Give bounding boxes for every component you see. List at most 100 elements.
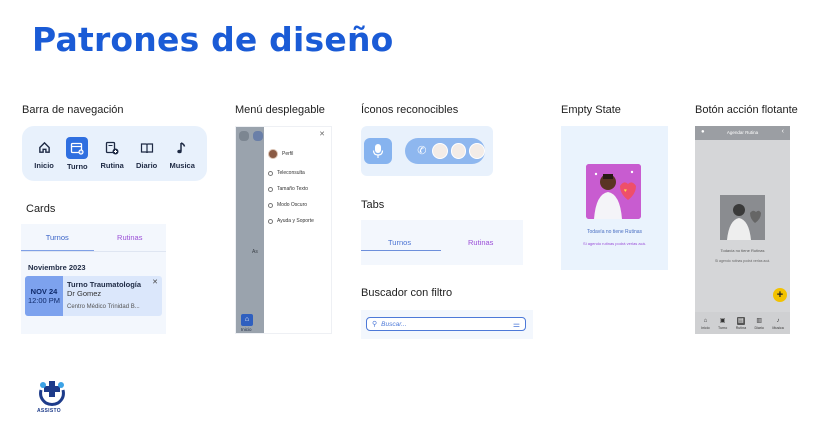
menu-item-label: Tamaño Texto [277,186,309,192]
tabs-example: Turnos Rutinas [361,220,523,265]
menu-item-label: Ayuda y Soporte [277,218,314,224]
close-icon[interactable]: ✕ [152,278,158,286]
empty-subtitle: Si agendo rutinas podrá verlas acá. [583,241,646,246]
dropdown-menu-example: As ⌂ Inicio ✕ Perfil Teleconsulta Tamaño… [235,126,332,334]
month-heading: Noviembre 2023 [28,263,86,272]
back-icon[interactable]: ‹ [782,128,784,135]
empty-title: Todavía no tiene Rutinas [720,248,765,253]
menu-item-modo-oscuro[interactable]: Modo Oscuro [268,202,307,208]
label-navbar: Barra de navegación [22,104,124,116]
nav-label: Musica [772,325,784,330]
calendar-add-icon [66,136,89,159]
tab-rutinas[interactable]: Rutinas [468,238,493,247]
label-cards: Cards [26,203,56,215]
search-icon: ⚲ [372,321,378,328]
add-floating-button[interactable]: + [773,288,787,302]
microphone-icon[interactable] [364,138,392,164]
nav-item-rutina[interactable]: Rutina [100,138,124,170]
help-icon [268,218,273,224]
routine-add-icon: ▤ [736,316,745,325]
label-fab: Botón acción flotante [695,104,798,116]
nav-item-musica[interactable]: ♪ Musica [772,317,783,330]
header-title: Agendar Rutina [726,130,759,135]
label-search: Buscador con filtro [361,287,453,299]
cards-example: Turnos Rutinas Noviembre 2023 NOV 24 12:… [21,224,166,334]
placeholder-icon [253,131,263,141]
home-icon: ⌂ [703,317,708,324]
avatar [431,143,448,159]
nav-item-rutina[interactable]: ▤ Rutina [735,316,747,330]
label-empty: Empty State [561,104,621,116]
doctor-illustration: ♥ [586,164,641,219]
book-icon: ▥ [756,317,763,324]
appointment-title: Turno Traumatología [67,280,142,289]
menu-item-teleconsulta[interactable]: Teleconsulta [268,170,305,176]
nav-item-diario[interactable]: Diario [136,138,157,170]
appointment-card[interactable]: NOV 24 12:00 PM Turno Traumatología Dr G… [25,276,162,316]
nav-label: Turno [66,161,88,171]
nav-item-inicio[interactable]: ⌂ Inicio [701,317,709,330]
avatar [450,143,467,159]
calendar-add-icon: ▣ [719,317,726,324]
video-call-icon [268,170,273,176]
music-note-icon: ♪ [776,317,780,324]
nav-label: Diario [136,160,158,170]
nav-label: Turno [718,325,728,330]
search-input[interactable]: ⚲ Buscar... ⚌ [366,317,526,331]
active-tab-indicator [361,250,441,251]
home-icon [34,138,54,158]
nav-label: Rutina [100,160,124,170]
logo-mark-icon [39,381,65,406]
filter-icon[interactable]: ⚌ [513,320,520,329]
doctor-name: Dr Gomez [67,289,102,298]
home-icon[interactable]: ⌂ [241,314,253,326]
bottom-nav: ⌂ Inicio ▣ Turno ▤ Rutina ▥ Diario ♪ Musica [695,312,790,334]
svg-text:♥: ♥ [624,188,627,194]
date-text: NOV 24 [30,287,58,296]
nav-label: Musica [169,160,195,170]
page-title: Patrones de diseño [32,20,394,59]
nav-item-musica[interactable]: Musica [169,138,195,170]
nav-item-diario[interactable]: ▥ Diario [755,317,764,330]
nav-label: Rutina [735,325,747,330]
empty-subtitle: Si agendo rutinas podrá verlas acá. [714,259,771,263]
routine-add-icon [102,138,122,158]
avatar [469,143,485,159]
fab-example: ● Agendar Rutina ‹ Todavía no tiene Ruti… [695,126,790,334]
nav-item-turno[interactable]: Turno [66,136,89,171]
menu-panel: ✕ Perfil Teleconsulta Tamaño Texto Modo … [264,127,331,333]
doctor-illustration [720,195,765,240]
assisto-logo: ASSISTO [36,378,68,416]
avatar [268,149,278,159]
logo-wordmark: ASSISTO [37,408,61,414]
menu-item-ayuda[interactable]: Ayuda y Soporte [268,218,314,224]
phone-add-icon: ✆ [417,145,427,157]
book-icon [137,138,157,158]
cards-tabs: Turnos Rutinas [21,224,166,252]
menu-item-label: Modo Oscuro [277,202,308,208]
nav-item-turno[interactable]: ▣ Turno [718,317,727,330]
label-tabs: Tabs [361,199,385,211]
location-text: Centro Médico Trinidad B... [67,304,140,310]
nav-label: Inicio [701,325,710,330]
navigation-bar: Inicio Turno Rutina Diario Musica [22,126,207,181]
text-size-icon [268,186,273,192]
nav-label: Diario [754,325,764,330]
nav-item-inicio[interactable]: Inicio [34,138,54,170]
placeholder-icon [239,131,249,141]
menu-item-perfil[interactable]: Perfil [268,149,293,159]
menu-item-tamano-texto[interactable]: Tamaño Texto [268,186,308,192]
home-label: Inicio [241,327,252,332]
tab-turnos[interactable]: Turnos [388,238,411,247]
tab-rutinas[interactable]: Rutinas [94,224,167,251]
icons-example: ✆ [361,126,493,176]
dark-mode-icon [268,202,273,208]
video-call-button[interactable]: ✆ [405,138,485,164]
tab-turnos[interactable]: Turnos [21,224,94,251]
empty-state-example: ♥ Todavía no tiene Rutinas Si agendo rut… [561,126,668,270]
label-dropdown: Menú desplegable [235,104,325,116]
background-text: As [252,249,258,255]
slide: Patrones de diseño Barra de navegación C… [0,0,827,437]
close-icon[interactable]: ✕ [319,130,325,138]
appointment-info: Turno Traumatología Dr Gomez Centro Médi… [63,276,162,316]
